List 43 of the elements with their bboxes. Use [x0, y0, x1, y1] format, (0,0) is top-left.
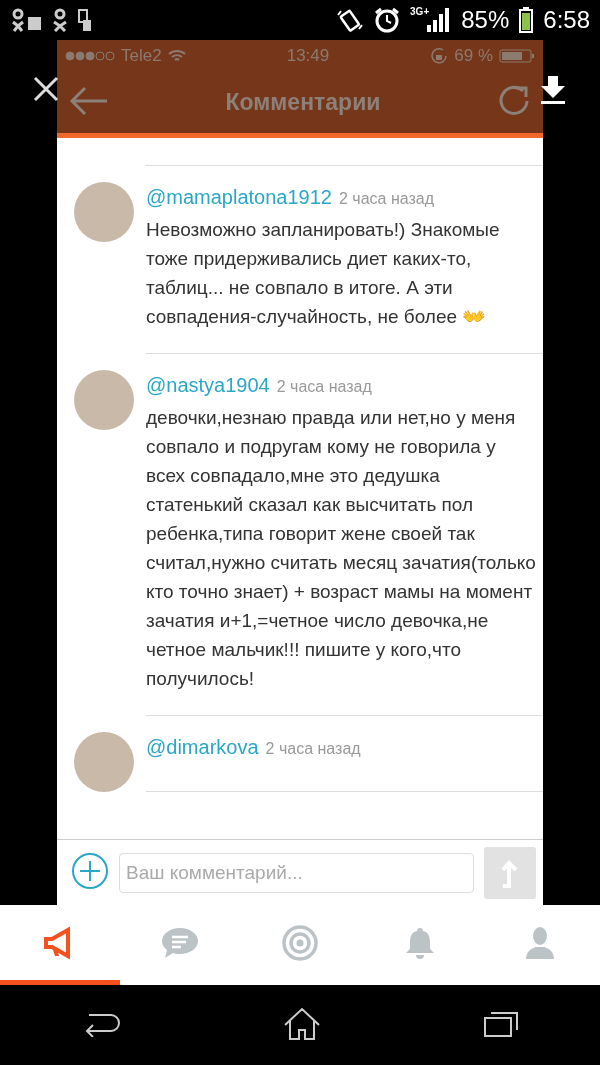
comment-time: 2 часа назад: [265, 740, 361, 758]
avatar-photo-placeholder: [74, 182, 134, 242]
alarm-clock-icon: [374, 7, 401, 33]
bell-icon: [405, 925, 435, 960]
back-arrow-icon: [69, 85, 109, 117]
comment-text: Невозможно запланировать!) Знакомые тоже придерживались диет каких-то, таблиц... не совпало в итоге. А эти совпадения-случайность, не более 👐: [146, 218, 501, 329]
download-button[interactable]: [540, 76, 566, 107]
username-link[interactable]: @dimarkova: [146, 736, 259, 759]
home-icon: [283, 1006, 321, 1041]
up-arrow-icon: [500, 857, 520, 888]
target-icon: [281, 923, 319, 962]
screen-title: Комментарии: [224, 89, 382, 116]
network-type-label: 3G+: [410, 6, 430, 17]
signal-icon: [427, 8, 452, 32]
ios-time: 13:49: [286, 46, 330, 66]
avatar-photo-placeholder: [74, 732, 134, 792]
recent-apps-icon: [483, 1009, 519, 1038]
app-gift-icon: [12, 8, 42, 32]
signal-dots-icon: [65, 51, 115, 61]
comment-time: 2 часа назад: [276, 378, 372, 396]
battery-percent: 85%: [461, 6, 510, 34]
clock-time: 6:58: [543, 6, 590, 34]
refresh-icon: [497, 84, 531, 118]
chat-icon: [161, 925, 199, 960]
ios-battery-percent: 69 %: [454, 46, 493, 66]
username-link[interactable]: @mamaplatona1912: [146, 186, 332, 209]
avatar-photo-placeholder: [74, 370, 134, 430]
close-icon: [33, 76, 59, 102]
wifi-icon: [167, 49, 186, 63]
download-icon: [540, 76, 566, 104]
username-link[interactable]: @nastya1904: [146, 374, 270, 397]
battery-icon: [519, 7, 534, 33]
ios-battery-icon: [499, 49, 535, 63]
sd-card-icon: [78, 8, 92, 32]
comment-input-field[interactable]: Ваш комментарий...: [119, 852, 474, 893]
vibrate-icon: [336, 7, 365, 33]
comment-time: 2 часа назад: [339, 190, 435, 208]
carrier-label: Tele2: [121, 46, 162, 66]
comment-text: девочки,незнаю правда или нет,но у меня совпало и подругам кому не говорила у всех совпадало,мне это дедушка статенький сказал как высчитать пол ребенка,типа говорит жене своей так считал,нужно считать месяц зачатия(только кто точно знает) + возраст мамы на момент зачатия и+1,=четное число девочка,не четное мальчик!!! пишите у кого,что получилось!: [146, 406, 537, 691]
rotation-lock-icon: [430, 47, 449, 65]
plus-circle-icon: [71, 852, 109, 890]
app-logo-icon: [52, 8, 68, 32]
profile-icon: [524, 925, 556, 960]
